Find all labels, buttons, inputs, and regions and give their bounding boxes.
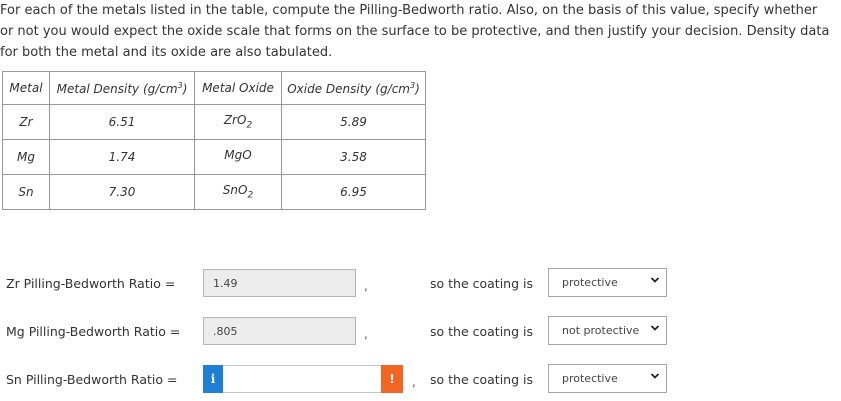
mg-ratio-label: Mg Pilling-Bedworth Ratio =: [6, 324, 181, 339]
sn-coating-label: so the coating is: [430, 372, 533, 387]
separator-comma: ,: [412, 375, 416, 389]
zr-ratio-label: Zr Pilling-Bedworth Ratio =: [6, 276, 176, 291]
cell-metal: Sn: [2, 174, 50, 210]
header-oxide-density: Oxide Density (g/cm3): [281, 71, 426, 105]
chevron-down-icon: [650, 325, 660, 331]
header-metal-oxide: Metal Oxide: [194, 71, 282, 105]
sn-ratio-label: Sn Pilling-Bedworth Ratio =: [6, 372, 178, 387]
cell-metal-density: 6.51: [49, 104, 195, 140]
header-metal-density: Metal Density (g/cm3): [49, 71, 195, 105]
density-table: Metal Metal Density (g/cm3) Metal Oxide …: [2, 71, 426, 210]
cell-metal-oxide: MgO: [194, 139, 282, 175]
mg-ratio-value: .805: [213, 325, 238, 338]
chevron-down-icon: [650, 373, 660, 379]
cell-oxide-density: 3.58: [281, 139, 426, 175]
info-icon[interactable]: i: [203, 365, 223, 393]
table-row: Mg 1.74 MgO 3.58: [2, 139, 426, 175]
table-row: Sn 7.30 SnO2 6.95: [2, 174, 426, 210]
mg-coating-select[interactable]: not protective: [548, 316, 667, 345]
cell-metal-density: 7.30: [49, 174, 195, 210]
answer-row-zr: Zr Pilling-Bedworth Ratio = 1.49 , so th…: [0, 268, 841, 299]
mg-coating-selected: not protective: [562, 324, 640, 337]
separator-comma: ,: [364, 279, 368, 293]
cell-metal: Mg: [2, 139, 50, 175]
cell-metal-oxide: ZrO2: [194, 104, 282, 140]
zr-coating-label: so the coating is: [430, 276, 533, 291]
zr-ratio-input[interactable]: 1.49: [203, 269, 356, 297]
cell-metal-density: 1.74: [49, 139, 195, 175]
cell-metal: Zr: [2, 104, 50, 140]
mg-coating-label: so the coating is: [430, 324, 533, 339]
table-row: Zr 6.51 ZrO2 5.89: [2, 104, 426, 140]
chevron-down-icon: [650, 277, 660, 283]
cell-oxide-density: 6.95: [281, 174, 426, 210]
sn-ratio-input[interactable]: [203, 365, 403, 393]
header-metal: Metal: [2, 71, 50, 105]
question-text: For each of the metals listed in the tab…: [0, 3, 830, 60]
cell-oxide-density: 5.89: [281, 104, 426, 140]
sn-coating-select[interactable]: protective: [548, 364, 667, 393]
zr-coating-select[interactable]: protective: [548, 268, 667, 297]
warning-icon[interactable]: !: [381, 365, 403, 393]
cell-metal-oxide: SnO2: [194, 174, 282, 210]
answer-row-sn: Sn Pilling-Bedworth Ratio = i ! , so the…: [0, 364, 841, 395]
mg-ratio-input[interactable]: .805: [203, 317, 356, 345]
zr-ratio-value: 1.49: [213, 277, 238, 290]
answer-row-mg: Mg Pilling-Bedworth Ratio = .805 , so th…: [0, 316, 841, 347]
zr-coating-selected: protective: [562, 276, 618, 289]
separator-comma: ,: [364, 327, 368, 341]
sn-coating-selected: protective: [562, 372, 618, 385]
table-header-row: Metal Metal Density (g/cm3) Metal Oxide …: [2, 71, 426, 105]
